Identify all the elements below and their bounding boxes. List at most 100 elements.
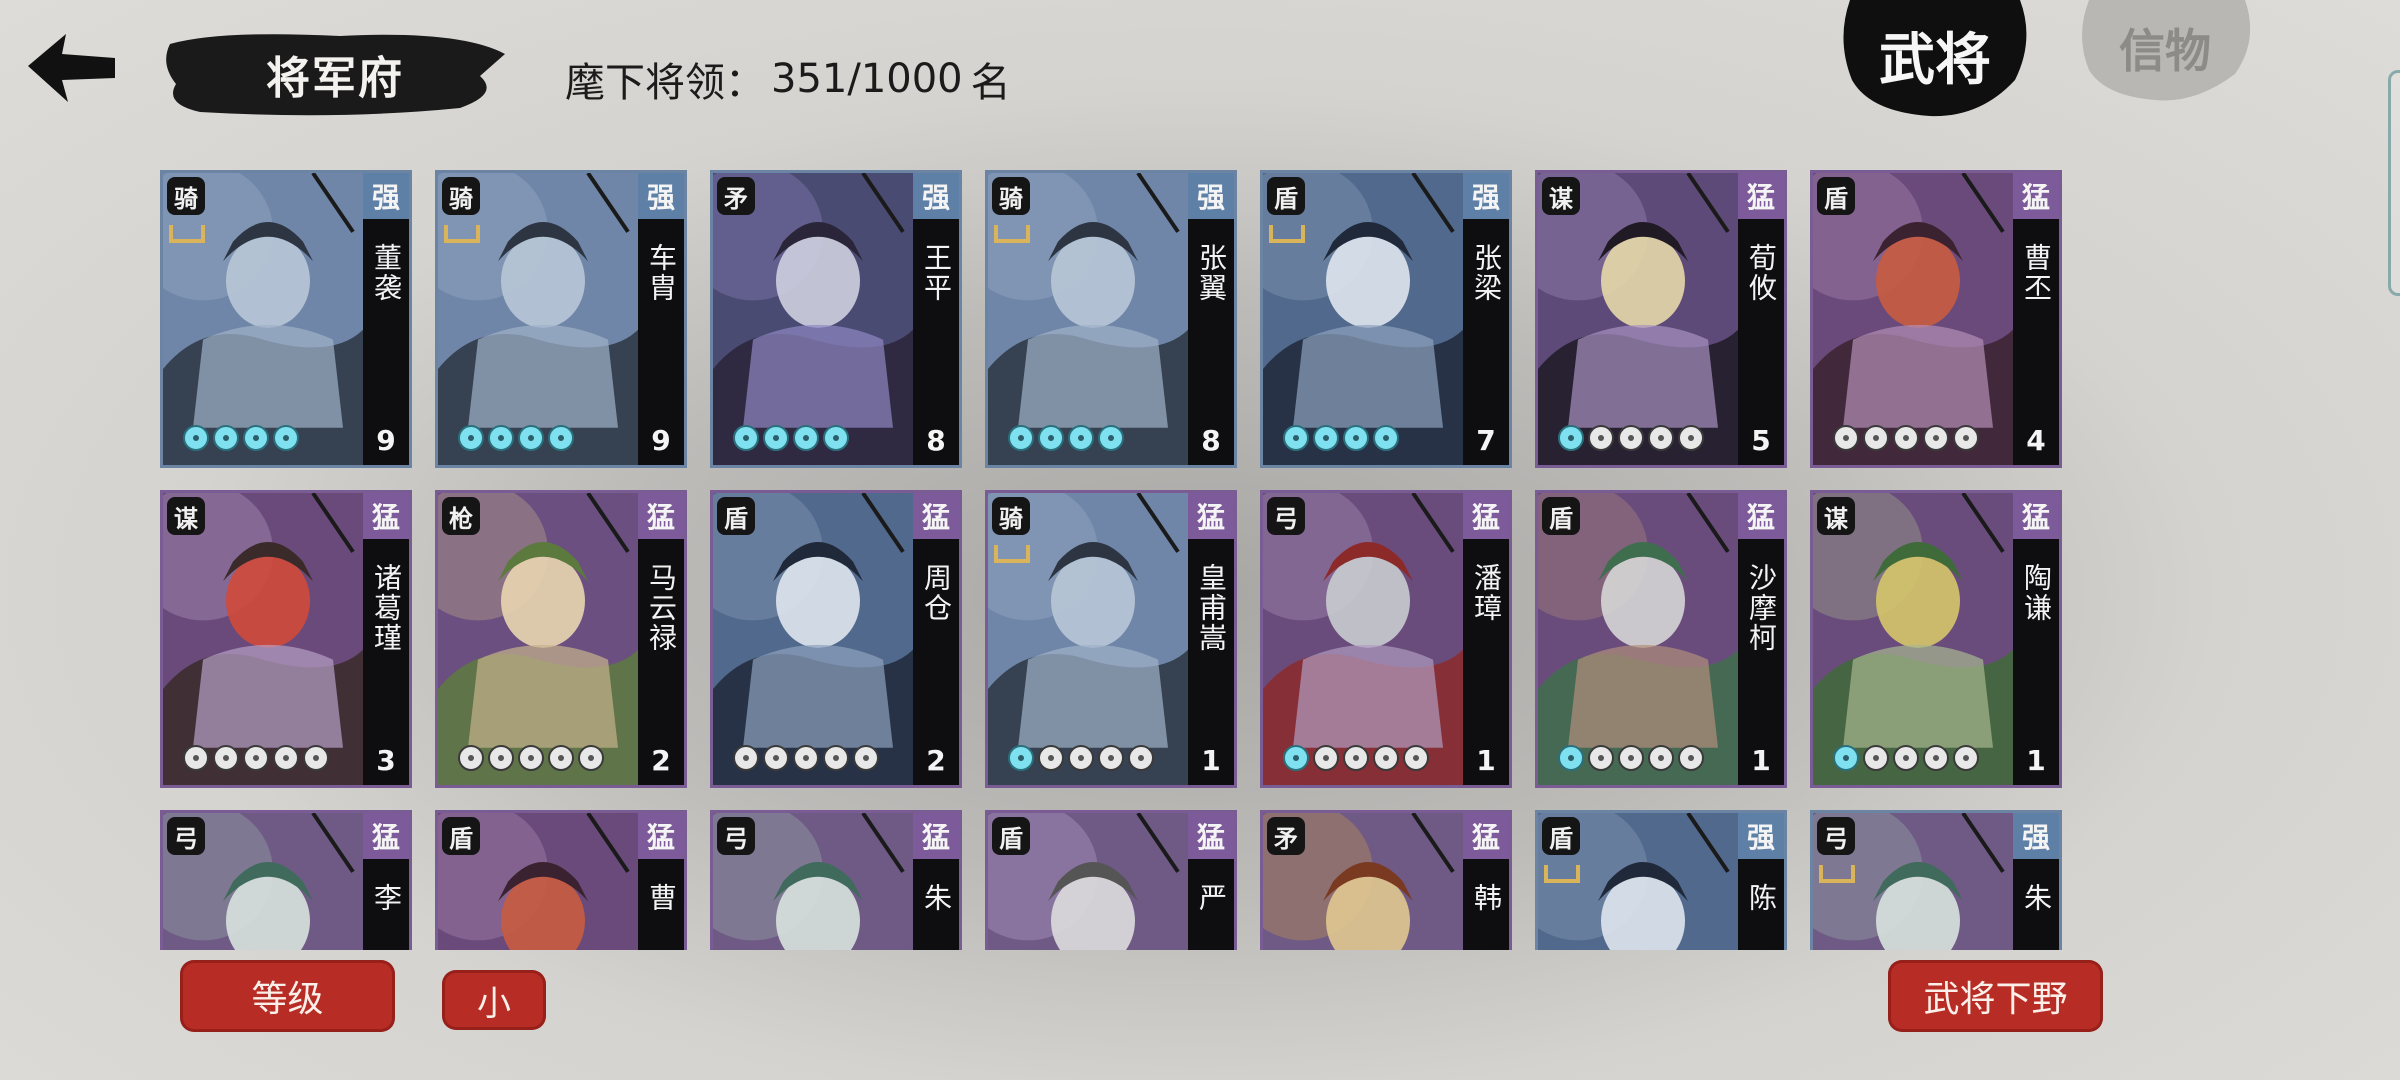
general-card[interactable]: 盾 强陈: [1535, 810, 1787, 950]
general-card[interactable]: 矛 猛韩: [1260, 810, 1512, 950]
jade-pip-icon: [183, 745, 209, 771]
back-arrow-icon: [28, 34, 115, 102]
unit-type-badge: 骑: [442, 177, 480, 215]
general-name: 张翼: [1195, 243, 1228, 303]
star-pips: [183, 745, 329, 771]
sort-by-level-button[interactable]: 等级: [180, 960, 395, 1032]
grade-badge: 猛: [638, 493, 684, 539]
grade-badge: 猛: [1188, 493, 1234, 539]
general-name: 潘璋: [1470, 563, 1503, 623]
dismiss-general-button[interactable]: 武将下野: [1888, 960, 2103, 1032]
general-name: 周仓: [920, 563, 953, 623]
grade-badge: 猛: [1738, 493, 1784, 539]
jade-pip-icon: [213, 425, 239, 451]
general-name: 马云禄: [645, 563, 678, 653]
jade-pip-icon: [1098, 425, 1124, 451]
general-card[interactable]: 骑 强车胄 9: [435, 170, 687, 468]
grade-badge: 猛: [2013, 173, 2059, 219]
general-card[interactable]: 弓 猛李: [160, 810, 412, 950]
unit-type-badge: 谋: [1542, 177, 1580, 215]
general-card[interactable]: 枪 猛马云禄 2: [435, 490, 687, 788]
tab-generals[interactable]: 武将: [1840, 0, 2030, 120]
general-level: 2: [926, 744, 946, 777]
grade-badge: 强: [363, 173, 409, 219]
general-card[interactable]: 骑 强董袭 9: [160, 170, 412, 468]
general-card[interactable]: 盾 猛周仓 2: [710, 490, 962, 788]
general-portrait: [988, 173, 1188, 465]
jade-pip-icon: [1558, 425, 1584, 451]
general-card[interactable]: 盾 强张梁 7: [1260, 170, 1512, 468]
general-name: 车胄: [645, 243, 678, 303]
unit-type-badge: 骑: [992, 497, 1030, 535]
jade-pip-icon: [1373, 425, 1399, 451]
jade-pip-icon: [1588, 745, 1614, 771]
tab-tokens[interactable]: 信物: [2075, 0, 2255, 110]
jade-pip-icon: [1863, 425, 1889, 451]
jade-pip-icon: [1343, 745, 1369, 771]
jade-pip-icon: [1618, 745, 1644, 771]
general-portrait: [438, 173, 638, 465]
general-level: 1: [1751, 744, 1771, 777]
jade-pip-icon: [733, 425, 759, 451]
general-card[interactable]: 弓 强朱: [1810, 810, 2062, 950]
bracket-icon: [1269, 225, 1305, 243]
jade-pip-icon: [1833, 745, 1859, 771]
jade-pip-icon: [1893, 745, 1919, 771]
back-button[interactable]: [20, 18, 120, 118]
star-pips: [733, 425, 849, 451]
unit-type-badge: 谋: [167, 497, 205, 535]
unit-type-badge: 骑: [167, 177, 205, 215]
star-pips: [1283, 745, 1429, 771]
jade-pip-icon: [1923, 745, 1949, 771]
jade-pip-icon: [1923, 425, 1949, 451]
general-card[interactable]: 矛 强王平 8: [710, 170, 962, 468]
bracket-icon: [994, 545, 1030, 563]
unit-type-badge: 弓: [717, 817, 755, 855]
star-pips: [458, 425, 574, 451]
unit-type-badge: 骑: [992, 177, 1030, 215]
general-card[interactable]: 谋 猛陶谦 1: [1810, 490, 2062, 788]
star-pips: [1008, 425, 1124, 451]
grade-badge: 猛: [1463, 813, 1509, 859]
general-level: 2: [651, 744, 671, 777]
general-name: 张梁: [1470, 243, 1503, 303]
jade-pip-icon: [793, 425, 819, 451]
jade-pip-icon: [1313, 745, 1339, 771]
side-scroll-handle[interactable]: [2388, 70, 2400, 296]
unit-type-badge: 弓: [1267, 497, 1305, 535]
general-level: 8: [1201, 424, 1221, 457]
general-card[interactable]: 盾 猛曹丕 4: [1810, 170, 2062, 468]
general-portrait: [1538, 493, 1738, 785]
general-card[interactable]: 弓 猛朱: [710, 810, 962, 950]
jade-pip-icon: [1588, 425, 1614, 451]
jade-pip-icon: [548, 425, 574, 451]
jade-pip-icon: [1893, 425, 1919, 451]
sort-order-button[interactable]: 小: [442, 970, 546, 1030]
jade-pip-icon: [1678, 425, 1704, 451]
general-name: 曹丕: [2020, 243, 2053, 303]
general-card[interactable]: 盾 猛沙摩柯 1: [1535, 490, 1787, 788]
general-card[interactable]: 谋 猛诸葛瑾 3: [160, 490, 412, 788]
general-card[interactable]: 骑 强张翼 8: [985, 170, 1237, 468]
grade-badge: 猛: [638, 813, 684, 859]
general-name: 诸葛瑾: [370, 563, 403, 653]
jade-pip-icon: [763, 745, 789, 771]
bracket-icon: [994, 225, 1030, 243]
unit-type-badge: 盾: [717, 497, 755, 535]
jade-pip-icon: [213, 745, 239, 771]
star-pips: [1833, 745, 1979, 771]
unit-type-badge: 弓: [1817, 817, 1855, 855]
jade-pip-icon: [823, 745, 849, 771]
general-portrait: [1538, 173, 1738, 465]
general-card[interactable]: 弓 猛潘璋 1: [1260, 490, 1512, 788]
general-card[interactable]: 盾 猛曹: [435, 810, 687, 950]
general-level: 9: [376, 424, 396, 457]
jade-pip-icon: [1038, 425, 1064, 451]
jade-pip-icon: [488, 425, 514, 451]
grade-badge: 猛: [363, 493, 409, 539]
general-card[interactable]: 盾 猛严: [985, 810, 1237, 950]
general-card[interactable]: 谋 猛荀攸 5: [1535, 170, 1787, 468]
general-card[interactable]: 骑 猛皇甫嵩 1: [985, 490, 1237, 788]
jade-pip-icon: [1953, 745, 1979, 771]
tab-generals-label: 武将: [1879, 26, 1991, 93]
